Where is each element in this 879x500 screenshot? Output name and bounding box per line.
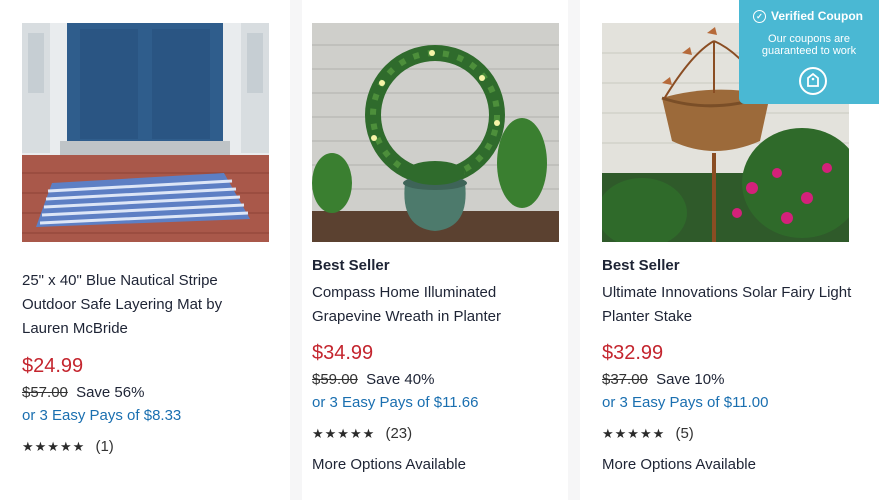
coupon-header: ✓ Verified Coupon	[753, 9, 879, 23]
price-comparison: $57.00 Save 56%	[22, 384, 272, 401]
product-price: $34.99	[312, 342, 374, 364]
verified-coupon-widget[interactable]: ✓ Verified Coupon Our coupons are guaran…	[739, 0, 879, 104]
tag-icon	[807, 72, 819, 87]
original-price: $59.00	[312, 371, 358, 388]
easy-pay-link[interactable]: or 3 Easy Pays of $11.00	[602, 394, 862, 411]
rating-row[interactable]: ★★★★★ (5)	[602, 425, 862, 442]
check-circle-icon: ✓	[753, 9, 766, 23]
coupon-title: Verified Coupon	[771, 9, 864, 23]
price-comparison: $59.00 Save 40%	[312, 371, 562, 388]
original-price: $37.00	[602, 371, 648, 388]
price-comparison: $37.00 Save 10%	[602, 371, 862, 388]
star-rating-icon: ★★★★★	[602, 426, 666, 441]
savings-label: Save 10%	[656, 371, 725, 388]
star-rating-icon: ★★★★★	[312, 426, 376, 441]
product-title[interactable]: Ultimate Innovations Solar Fairy Light P…	[602, 281, 862, 329]
star-rating-icon: ★★★★★	[22, 439, 86, 454]
product-title[interactable]: 25" x 40" Blue Nautical Stripe Outdoor S…	[22, 269, 272, 341]
review-count: (23)	[385, 425, 413, 442]
review-count: (1)	[95, 438, 114, 455]
coupon-subtitle: Our coupons are guaranteed to work	[761, 33, 857, 57]
product-card-2[interactable]: Best Seller Compass Home Illuminated Gra…	[302, 0, 568, 500]
rating-row[interactable]: ★★★★★ (1)	[22, 438, 272, 455]
product-title[interactable]: Compass Home Illuminated Grapevine Wreat…	[312, 281, 562, 329]
rating-row[interactable]: ★★★★★ (23)	[312, 425, 562, 442]
easy-pay-link[interactable]: or 3 Easy Pays of $11.66	[312, 394, 562, 411]
savings-label: Save 40%	[366, 371, 435, 388]
product-card-1[interactable]: 25" x 40" Blue Nautical Stripe Outdoor S…	[0, 0, 290, 500]
product-price: $32.99	[602, 342, 664, 364]
more-options-link[interactable]: More Options Available	[602, 456, 862, 473]
product-image-1[interactable]	[22, 23, 269, 242]
door-mat-photo	[22, 23, 269, 242]
product-badge: Best Seller	[312, 257, 390, 274]
original-price: $57.00	[22, 384, 68, 401]
product-image-2[interactable]	[312, 23, 559, 242]
product-badge: Best Seller	[602, 257, 680, 274]
easy-pay-link[interactable]: or 3 Easy Pays of $8.33	[22, 407, 272, 424]
more-options-link[interactable]: More Options Available	[312, 456, 562, 473]
review-count: (5)	[675, 425, 694, 442]
product-price: $24.99	[22, 355, 84, 377]
wreath-planter-photo	[312, 23, 559, 242]
savings-label: Save 56%	[76, 384, 145, 401]
coupon-tag-icon[interactable]	[799, 67, 827, 95]
